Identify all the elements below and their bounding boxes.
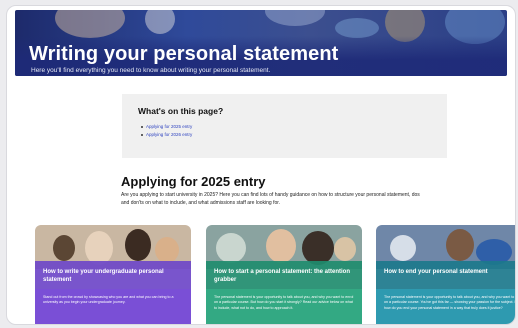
card-end-statement[interactable]: How to end your personal statement The p… (376, 225, 516, 324)
toc-list: Applying for 2025 entry Applying for 202… (140, 123, 192, 139)
card-title: How to start a personal statement: the a… (214, 269, 351, 283)
card-photo-shape (390, 235, 416, 261)
table-of-contents: What's on this page? Applying for 2025 e… (122, 94, 447, 158)
page-title: Writing your personal statement (29, 43, 339, 65)
hero-banner: Writing your personal statement Here you… (15, 10, 507, 76)
card-photo-shape (302, 231, 334, 265)
card-photo-shape (125, 229, 151, 261)
card-photo-shape (266, 229, 296, 263)
card-photo-shape (216, 233, 246, 263)
section-heading: Applying for 2025 entry (121, 174, 266, 189)
card-text: The personal statement is your opportuni… (214, 295, 354, 310)
card-photo-shape (53, 235, 75, 261)
hero-photo-shape (55, 10, 125, 38)
toc-link-2025[interactable]: Applying for 2025 entry (140, 123, 192, 131)
hero-photo-shape (145, 10, 175, 34)
page-frame: Writing your personal statement Here you… (6, 5, 516, 325)
card-start-statement[interactable]: How to start a personal statement: the a… (206, 225, 362, 324)
card-text: The personal statement is your opportuni… (384, 295, 516, 310)
card-undergraduate-statement[interactable]: How to write your undergraduate personal… (35, 225, 191, 324)
hero-photo-shape (335, 18, 379, 38)
toc-link-2026[interactable]: Applying for 2026 entry (140, 131, 192, 139)
card-photo-shape (334, 237, 356, 261)
card-text: Stand out from the crowd by showcasing w… (43, 295, 174, 305)
page-subtitle: Here you'll find everything you need to … (31, 67, 271, 74)
card-title: How to end your personal statement (384, 269, 488, 275)
section-intro-text: Are you applying to start university in … (121, 192, 420, 206)
card-photo-shape (446, 229, 474, 261)
card-title: How to write your undergraduate personal… (43, 269, 164, 283)
card-photo-shape (155, 237, 179, 263)
card-photo-shape (85, 231, 113, 265)
hero-photo-shape (265, 10, 325, 26)
toc-title: What's on this page? (138, 106, 224, 116)
